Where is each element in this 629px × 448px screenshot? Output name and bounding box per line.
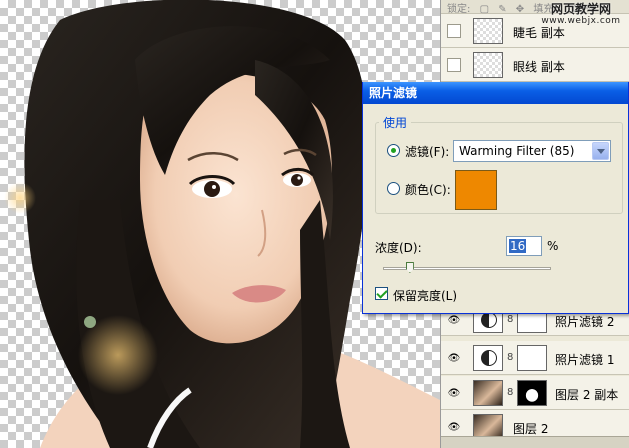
dialog-title[interactable]: 照片滤镜 [363,82,628,104]
visibility-toggle[interactable] [447,24,461,38]
layer-thumbnail [473,380,503,406]
eye-icon[interactable]: 👁 [447,313,461,327]
layer-name: 眼线 副本 [513,60,565,74]
color-radio[interactable] [387,182,400,195]
color-label: 颜色(C): [405,183,451,197]
filter-radio[interactable] [387,144,400,157]
density-input[interactable]: 16 [506,236,542,256]
density-slider-handle[interactable] [405,262,414,273]
layer-name: 照片滤镜 1 [555,353,615,367]
preserve-luminosity-label: 保留亮度(L) [393,289,458,303]
filter-label: 滤镜(F): [405,145,450,159]
eye-icon[interactable]: 👁 [447,386,461,400]
watermark-line2: www.webjx.com [541,16,621,26]
density-label: 浓度(D): [375,241,422,255]
layer-mask-thumbnail [517,380,547,406]
layers-bottom-toolbar [441,436,629,448]
layer-name: 图层 2 [513,422,549,436]
link-icon[interactable]: 8 [507,387,513,398]
layer-thumbnail [473,52,503,78]
use-group [375,122,623,214]
layer-name: 照片滤镜 2 [555,315,615,329]
chevron-down-icon[interactable] [592,142,609,160]
layer-mask-thumbnail [517,345,547,371]
density-unit: % [547,239,559,253]
layer-row[interactable]: 👁 8 照片滤镜 1 [441,341,629,375]
link-icon[interactable]: 8 [507,314,513,325]
filter-dropdown[interactable]: Warming Filter (85) [453,140,611,162]
layer-row[interactable]: 👁 8 图层 2 副本 [441,376,629,410]
preserve-luminosity-checkbox[interactable] [375,287,388,300]
adjustment-thumbnail [473,345,503,371]
watermark: 网页教学网 www.webjx.com [536,3,626,27]
color-swatch[interactable] [455,170,497,210]
link-icon[interactable]: 8 [507,352,513,363]
eye-icon[interactable]: 👁 [447,420,461,434]
layer-name: 图层 2 副本 [555,388,619,402]
layer-row[interactable]: 眼线 副本 [441,48,629,82]
eye-icon[interactable]: 👁 [447,351,461,365]
density-value: 16 [509,239,527,253]
layer-thumbnail [473,18,503,44]
photo-filter-dialog: 照片滤镜 使用 滤镜(F): Warming Filter (85) 颜色(C)… [362,82,629,314]
visibility-toggle[interactable] [447,58,461,72]
watermark-line1: 网页教学网 [550,2,611,16]
filter-dropdown-value: Warming Filter (85) [459,144,575,158]
use-group-label: 使用 [379,114,412,131]
